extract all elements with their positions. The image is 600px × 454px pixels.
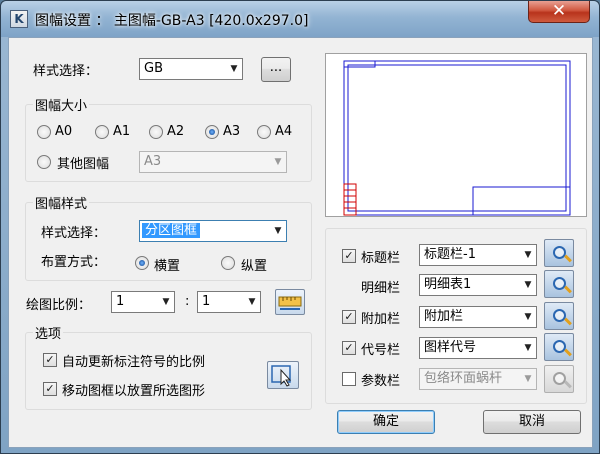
detail-list-combo[interactable]: 明细表1 ▼ (419, 274, 537, 296)
frame-style-select-label: 样式选择： (41, 226, 107, 241)
style-select-value: GB (144, 61, 163, 76)
measure-scale-button[interactable] (275, 289, 305, 315)
frame-preview (325, 53, 587, 217)
other-size-value: A3 (144, 154, 162, 169)
extra-block-checkbox[interactable]: ✓ (342, 310, 356, 324)
magnifier-icon (553, 340, 566, 353)
detail-list-value: 明细表1 (424, 277, 472, 292)
radio-layout-vertical[interactable] (221, 256, 235, 270)
radio-a2[interactable] (149, 125, 163, 139)
window-title: 图幅设置 ： 主图幅-GB-A3 [420.0x297.0] (35, 13, 309, 29)
param-block-combo[interactable]: 包络环面蜗杆 ▼ (419, 368, 537, 390)
cursor-pick-icon (271, 365, 292, 387)
radio-a0-label: A0 (55, 124, 73, 139)
scale-right-combo[interactable]: 1 ▼ (197, 291, 261, 313)
title-block-preview-button[interactable] (544, 239, 574, 267)
param-block-value: 包络环面蜗杆 (424, 371, 503, 386)
extra-block-combo[interactable]: 附加栏 ▼ (419, 306, 537, 328)
radio-a2-label: A2 (167, 124, 185, 139)
auto-update-scale-checkbox[interactable]: ✓ (43, 353, 57, 367)
move-frame-checkbox[interactable]: ✓ (43, 382, 57, 396)
param-block-preview-button[interactable] (544, 365, 574, 393)
style-select-label: 样式选择： (33, 64, 99, 79)
detail-list-label: 明细栏 (361, 281, 401, 296)
radio-other-size-label: 其他图幅 (57, 157, 110, 172)
chevron-down-icon: ▼ (524, 280, 532, 290)
close-button[interactable]: ✕ (528, 1, 590, 23)
radio-layout-horizontal-label: 横置 (154, 259, 181, 274)
code-block-combo[interactable]: 图样代号 ▼ (419, 337, 537, 359)
dialog-client-area: 样式选择： GB ▼ ... 图幅大小 A0 A1 A2 A3 A4 其他图幅 … (8, 37, 593, 448)
title-block-checkbox[interactable]: ✓ (342, 249, 356, 263)
chevron-down-icon: ▼ (230, 64, 238, 74)
title-block-combo[interactable]: 标题栏-1 ▼ (419, 244, 537, 266)
title-block-value: 标题栏-1 (424, 247, 476, 262)
options-group-title: 选项 (33, 323, 64, 342)
chevron-down-icon: ▼ (524, 374, 532, 384)
other-size-combo[interactable]: A3 ▼ (139, 151, 287, 173)
style-select-combo[interactable]: GB ▼ (139, 58, 243, 80)
frame-style-value: 分区图框 (142, 223, 201, 238)
frame-style-group-title: 图幅样式 (33, 193, 90, 212)
chevron-down-icon: ▼ (274, 157, 282, 167)
radio-a3-label: A3 (223, 124, 241, 139)
radio-a1-label: A1 (113, 124, 131, 139)
radio-layout-vertical-label: 纵置 (241, 259, 268, 274)
cancel-button[interactable]: 取消 (483, 410, 581, 434)
pick-geometry-button[interactable] (267, 361, 299, 389)
frame-style-combo[interactable]: 分区图框 ▼ (139, 220, 287, 242)
radio-a3[interactable] (205, 125, 219, 139)
extra-block-label: 附加栏 (361, 312, 401, 327)
detail-list-preview-button[interactable] (544, 270, 574, 298)
title-block-label: 标题栏 (361, 251, 401, 266)
chevron-down-icon: ▼ (524, 250, 532, 260)
param-block-checkbox[interactable] (342, 372, 356, 386)
radio-a1[interactable] (95, 125, 109, 139)
dialog-window: K 图幅设置 ： 主图幅-GB-A3 [420.0x297.0] ✕ 样式选择：… (0, 0, 600, 454)
magnifier-icon (553, 309, 566, 322)
magnifier-icon (553, 277, 566, 290)
magnifier-icon (553, 246, 566, 259)
extra-block-value: 附加栏 (424, 309, 464, 324)
browse-button[interactable]: ... (261, 57, 291, 82)
scale-separator: : (185, 294, 190, 309)
radio-other-size[interactable] (37, 155, 51, 169)
radio-layout-horizontal[interactable] (135, 256, 149, 270)
radio-a0[interactable] (37, 125, 51, 139)
move-frame-label: 移动图框以放置所选图形 (62, 384, 206, 399)
chevron-down-icon: ▼ (248, 297, 256, 307)
radio-a4-label: A4 (275, 124, 293, 139)
size-group-title: 图幅大小 (33, 95, 90, 114)
magnifier-icon (553, 372, 566, 385)
chevron-down-icon: ▼ (274, 226, 282, 236)
code-block-preview-button[interactable] (544, 333, 574, 361)
param-block-label: 参数栏 (361, 374, 401, 389)
code-block-label: 代号栏 (361, 343, 401, 358)
radio-a4[interactable] (257, 125, 271, 139)
scale-label: 绘图比例： (26, 298, 92, 313)
ruler-icon (278, 296, 302, 310)
chevron-down-icon: ▼ (524, 312, 532, 322)
scale-left-value: 1 (116, 294, 125, 309)
code-block-value: 图样代号 (424, 340, 477, 355)
scale-left-combo[interactable]: 1 ▼ (111, 291, 175, 313)
auto-update-scale-label: 自动更新标注符号的比例 (62, 355, 206, 370)
code-block-checkbox[interactable]: ✓ (342, 341, 356, 355)
app-icon: K (10, 10, 28, 28)
scale-right-value: 1 (202, 294, 211, 309)
title-bar[interactable]: K 图幅设置 ： 主图幅-GB-A3 [420.0x297.0] ✕ (1, 1, 599, 37)
layout-label: 布置方式： (41, 255, 107, 270)
extra-block-preview-button[interactable] (544, 302, 574, 330)
chevron-down-icon: ▼ (162, 297, 170, 307)
frame-preview-drawing (343, 60, 571, 216)
chevron-down-icon: ▼ (524, 343, 532, 353)
ok-button[interactable]: 确定 (337, 410, 435, 434)
